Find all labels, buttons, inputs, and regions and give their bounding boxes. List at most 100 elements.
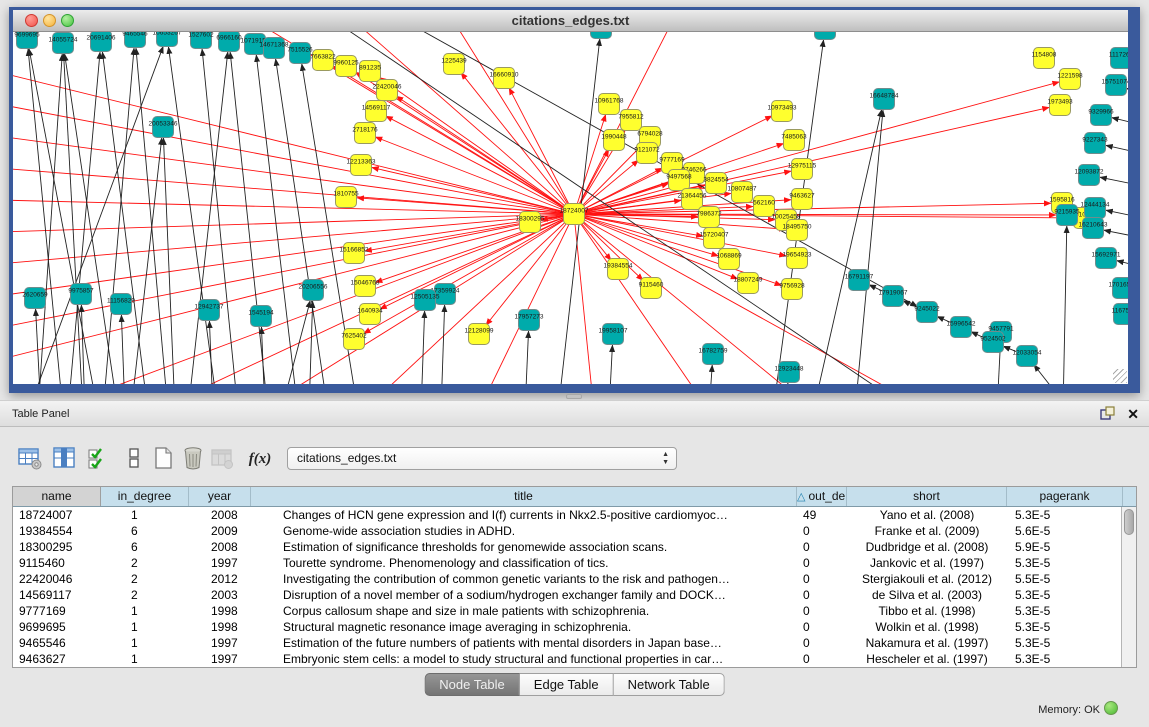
cell-year[interactable]: 2009 — [189, 523, 251, 539]
cell-title[interactable]: Investigating the contribution of common… — [251, 571, 797, 587]
window-resize-grip[interactable] — [1113, 369, 1127, 383]
table-row[interactable]: 1938455462009Genome-wide association stu… — [13, 523, 1136, 539]
cell-out_degree[interactable]: 0 — [797, 523, 847, 539]
cell-in_degree[interactable]: 6 — [101, 539, 189, 555]
network-node[interactable]: 16782759 — [699, 344, 728, 365]
cell-short[interactable]: Jankovic et al. (1997) — [847, 555, 1007, 571]
table-row[interactable]: 946554611997Estimation of the future num… — [13, 635, 1136, 651]
network-node[interactable]: 2718176 — [352, 123, 378, 144]
create-column-button[interactable] — [149, 445, 177, 473]
row-options-button[interactable] — [120, 445, 148, 473]
network-node[interactable]: 15166852 — [340, 243, 369, 264]
scrollbar-thumb[interactable] — [1124, 509, 1134, 535]
cell-pagerank[interactable]: 5.6E-5 — [1007, 523, 1123, 539]
cell-pagerank[interactable]: 5.5E-5 — [1007, 571, 1123, 587]
network-node[interactable]: 15720407 — [700, 228, 729, 249]
window-titlebar[interactable]: citations_edges.txt — [13, 10, 1128, 32]
cell-short[interactable]: Yano et al. (2008) — [847, 507, 1007, 523]
cell-out_degree[interactable]: 0 — [797, 555, 847, 571]
panel-divider-handle[interactable] — [566, 394, 582, 399]
table-row[interactable]: 969969511998Structural magnetic resonanc… — [13, 619, 1136, 635]
network-select-dropdown[interactable]: citations_edges.txt ▲▼ — [287, 447, 677, 470]
cell-title[interactable]: Genome-wide association studies in ADHD. — [251, 523, 797, 539]
table-row[interactable]: 1872400712008Changes of HCN gene express… — [13, 507, 1136, 523]
table-row[interactable]: 911546021997Tourette syndrome. Phenomeno… — [13, 555, 1136, 571]
network-node[interactable]: 18807249 — [734, 273, 763, 294]
cell-name[interactable]: 18300295 — [13, 539, 101, 555]
cell-in_degree[interactable]: 1 — [101, 651, 189, 667]
network-node[interactable]: 12444134 — [1081, 198, 1110, 219]
network-node[interactable]: 18724007 — [560, 204, 589, 225]
cell-pagerank[interactable]: 5.9E-5 — [1007, 539, 1123, 555]
table-row[interactable]: 1456911722003Disruption of a novel membe… — [13, 587, 1136, 603]
network-node[interactable]: 18495750 — [783, 220, 812, 241]
cell-pagerank[interactable]: 5.3E-5 — [1007, 651, 1123, 667]
cell-year[interactable]: 1997 — [189, 635, 251, 651]
function-builder-button[interactable]: f(x) — [246, 445, 274, 473]
network-node[interactable]: 15751074 — [1102, 75, 1128, 96]
column-header-year[interactable]: year — [189, 487, 251, 506]
column-visibility-button[interactable] — [84, 445, 112, 473]
cell-short[interactable]: Hescheler et al. (1997) — [847, 651, 1007, 667]
network-node[interactable]: 9329966 — [1088, 105, 1114, 126]
network-node[interactable]: 1527602 — [188, 32, 214, 49]
network-node[interactable]: 1973493 — [1047, 95, 1073, 116]
network-node[interactable]: 891235 — [359, 61, 381, 82]
network-node[interactable]: 16791197 — [845, 270, 874, 291]
network-node[interactable]: 7625402 — [341, 329, 367, 350]
cell-in_degree[interactable]: 6 — [101, 523, 189, 539]
cell-year[interactable]: 2003 — [189, 587, 251, 603]
network-node[interactable]: 9121072 — [634, 143, 660, 164]
network-node[interactable]: 9497568 — [666, 170, 692, 191]
network-node[interactable]: 14055724 — [49, 33, 78, 54]
network-node[interactable]: 15046768 — [351, 276, 380, 297]
network-node[interactable]: 1990448 — [601, 130, 627, 151]
network-node[interactable]: 12093872 — [1075, 165, 1104, 186]
cell-year[interactable]: 2008 — [189, 507, 251, 523]
cell-name[interactable]: 14569117 — [13, 587, 101, 603]
network-node[interactable]: 20206556 — [299, 280, 328, 301]
cell-short[interactable]: Stergiakouli et al. (2012) — [847, 571, 1007, 587]
table-row[interactable]: 1830029562008Estimation of significance … — [13, 539, 1136, 555]
network-node[interactable]: 1167534 — [1112, 304, 1128, 325]
column-header-name[interactable]: name — [13, 487, 101, 506]
cell-in_degree[interactable]: 2 — [101, 587, 189, 603]
cell-out_degree[interactable]: 0 — [797, 603, 847, 619]
cell-title[interactable]: Disruption of a novel member of a sodium… — [251, 587, 797, 603]
cell-out_degree[interactable]: 0 — [797, 619, 847, 635]
network-node[interactable]: 7663822 — [310, 50, 336, 71]
cell-year[interactable]: 1998 — [189, 619, 251, 635]
network-node[interactable]: 22420046 — [373, 80, 402, 101]
network-node[interactable]: 6966160 — [216, 32, 242, 52]
network-node[interactable]: 14671368 — [260, 38, 289, 59]
tab-node-table[interactable]: Node Table — [424, 673, 520, 696]
cell-title[interactable]: Estimation of the future numbers of pati… — [251, 635, 797, 651]
network-node[interactable]: 9465546 — [122, 32, 148, 48]
cell-pagerank[interactable]: 5.3E-5 — [1007, 635, 1123, 651]
cell-title[interactable]: Estimation of significance thresholds fo… — [251, 539, 797, 555]
network-node[interactable]: 1545194 — [248, 306, 274, 327]
network-node[interactable]: 1640934 — [357, 304, 383, 325]
cell-in_degree[interactable]: 1 — [101, 619, 189, 635]
network-node[interactable]: 11156829 — [107, 294, 135, 315]
network-node[interactable]: 15996542 — [947, 317, 976, 338]
network-node[interactable]: 1221598 — [1057, 69, 1083, 90]
cell-pagerank[interactable]: 5.3E-5 — [1007, 555, 1123, 571]
network-node[interactable]: 12923448 — [775, 362, 804, 383]
show-columns-button[interactable] — [50, 445, 78, 473]
network-node[interactable]: 16648784 — [870, 89, 899, 110]
cell-in_degree[interactable]: 1 — [101, 507, 189, 523]
cell-name[interactable]: 9699695 — [13, 619, 101, 635]
cell-short[interactable]: Tibbo et al. (1998) — [847, 603, 1007, 619]
network-node[interactable]: 1117261 — [1109, 48, 1128, 69]
network-node[interactable]: 9215935 — [1054, 205, 1080, 226]
cell-out_degree[interactable]: 0 — [797, 587, 847, 603]
network-node[interactable]: 12975115 — [788, 159, 817, 180]
cell-title[interactable]: Embryonic stem cells: a model to study s… — [251, 651, 797, 667]
network-node[interactable]: 9524502 — [980, 332, 1006, 353]
table-row[interactable]: 977716911998Corpus callosum shape and si… — [13, 603, 1136, 619]
network-node[interactable]: 7955812 — [618, 110, 644, 131]
column-header-out_degree[interactable]: △out_de... — [797, 487, 847, 506]
cell-out_degree[interactable]: 0 — [797, 651, 847, 667]
network-node[interactable]: 9960125 — [333, 56, 359, 77]
